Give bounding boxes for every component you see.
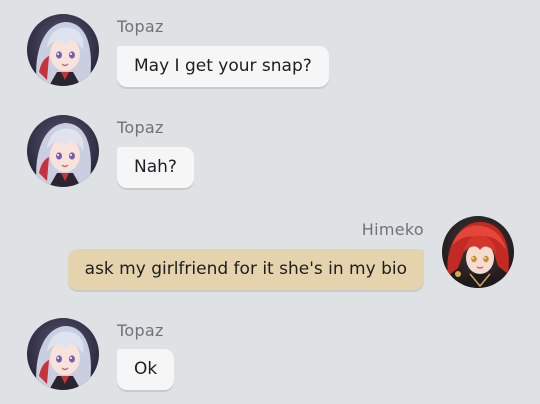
message-bubble[interactable]: Ok <box>117 349 175 390</box>
message-bubble[interactable]: May I get your snap? <box>117 46 329 87</box>
sender-name: Topaz <box>117 118 164 137</box>
chat-thread: Topaz May I get your snap? Topaz Nah? Hi… <box>0 0 540 404</box>
message-bubble[interactable]: ask my girlfriend for it she's in my bio <box>67 249 424 290</box>
topaz-avatar[interactable] <box>27 14 99 86</box>
sender-name: Topaz <box>117 17 164 36</box>
himeko-avatar[interactable] <box>442 216 514 288</box>
message-bubble[interactable]: Nah? <box>117 147 194 188</box>
topaz-avatar[interactable] <box>27 115 99 187</box>
sender-name: Himeko <box>361 220 424 239</box>
topaz-avatar[interactable] <box>27 318 99 390</box>
sender-name: Topaz <box>117 321 164 340</box>
